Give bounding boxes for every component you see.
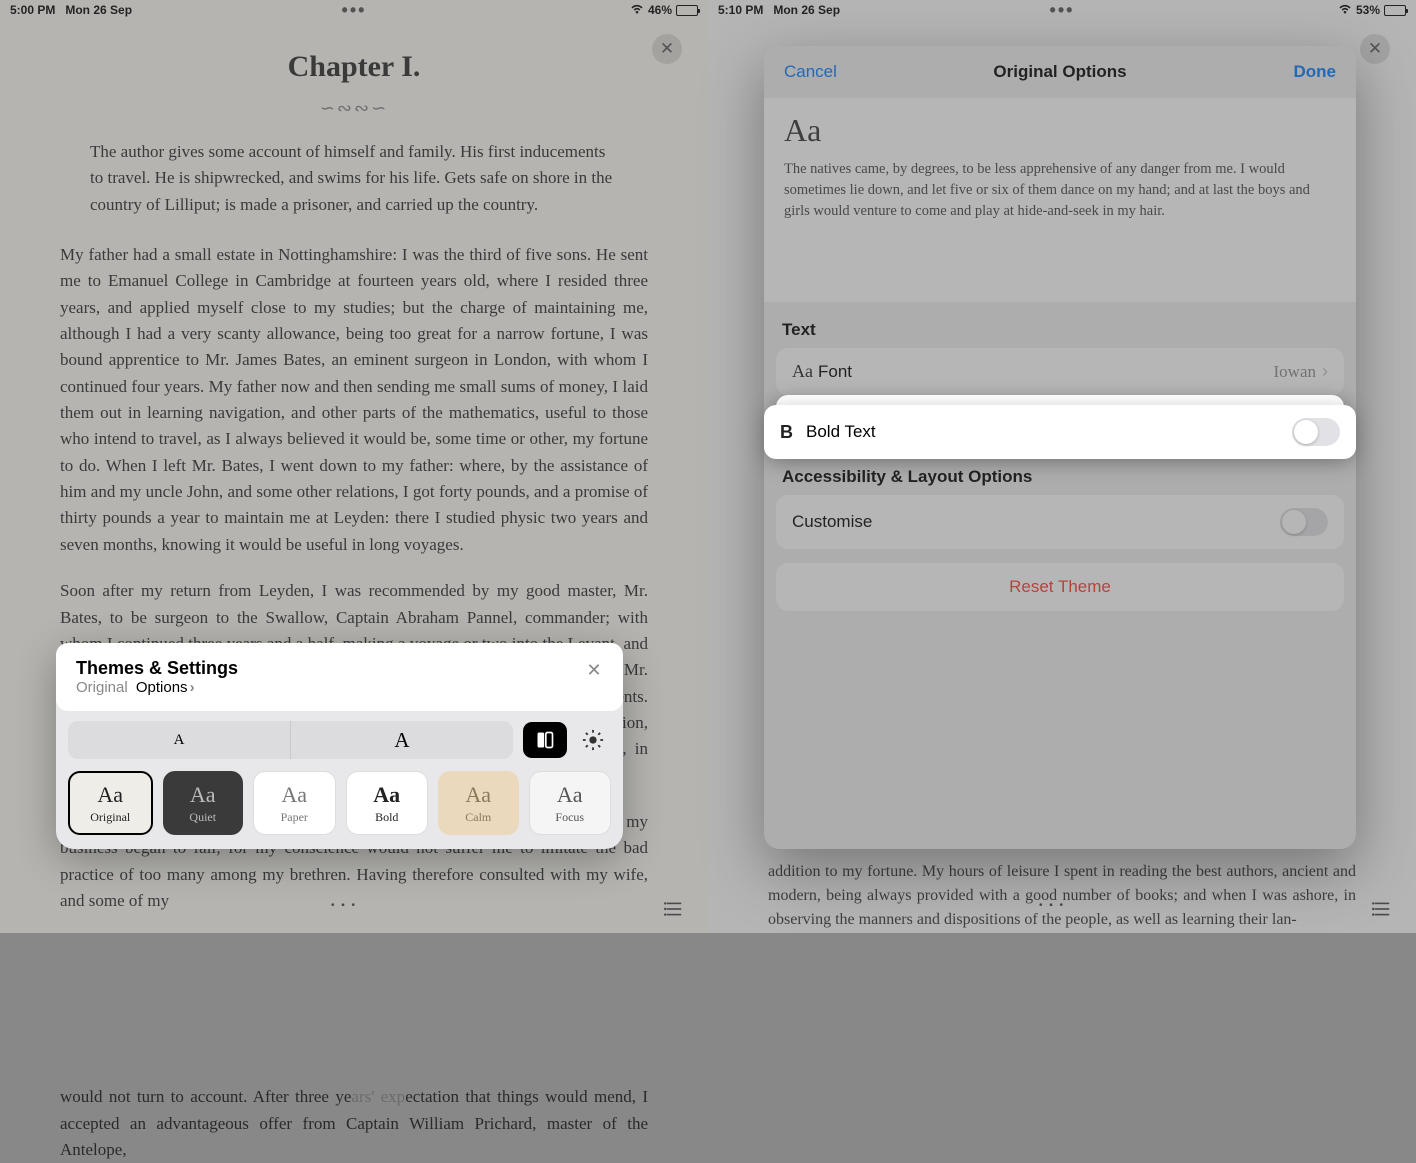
font-row[interactable]: Aa Font Iowan ›	[776, 348, 1344, 395]
body-paragraph: My father had a small estate in Nottingh…	[60, 242, 648, 558]
chevron-right-icon: ›	[190, 679, 195, 696]
brightness-button[interactable]	[575, 722, 611, 758]
bottom-bar: • ▪ •	[0, 900, 708, 923]
page-indicator[interactable]: • ▪ •	[732, 900, 1372, 923]
chapter-ornament: ∽∾∾∽	[60, 98, 648, 119]
cancel-button[interactable]: Cancel	[784, 62, 837, 82]
preview-aa: Aa	[784, 112, 1336, 149]
battery-percent: 46%	[648, 3, 672, 17]
left-screenshot: 5:00 PM Mon 26 Sep ••• 46% ✕ Chapter I. …	[0, 0, 708, 933]
wifi-icon	[630, 3, 644, 17]
preview-sample-text: The natives came, by degrees, to be less…	[784, 159, 1336, 222]
chapter-title: Chapter I.	[60, 50, 648, 84]
theme-calm[interactable]: AaCalm	[438, 771, 519, 835]
body-paragraph: would not turn to account. After three y…	[60, 1084, 648, 1163]
wifi-icon	[1338, 3, 1352, 17]
page-indicator[interactable]: • ▪ •	[24, 900, 664, 923]
right-screenshot: 5:10 PM Mon 26 Sep ••• 53% ✕ addition to…	[708, 0, 1416, 933]
theme-preview: Aa The natives came, by degrees, to be l…	[764, 98, 1356, 302]
book-page: Chapter I. ∽∾∾∽ The author gives some ac…	[0, 20, 708, 1163]
multitask-dots-icon[interactable]: •••	[342, 0, 367, 21]
theme-original[interactable]: AaOriginal	[68, 771, 153, 835]
bold-b-icon: B	[780, 422, 806, 443]
toc-icon[interactable]	[1372, 900, 1392, 923]
modal-header: Cancel Original Options Done	[764, 46, 1356, 98]
customise-row[interactable]: Customise	[776, 495, 1344, 549]
theme-focus[interactable]: AaFocus	[529, 771, 612, 835]
chevron-right-icon: ›	[1322, 361, 1328, 382]
scroll-view-toggle[interactable]	[523, 722, 567, 758]
customise-row-group: Customise	[776, 495, 1344, 549]
bold-text-toggle[interactable]	[1292, 418, 1340, 446]
multitask-dots-icon[interactable]: •••	[1050, 0, 1075, 21]
bottom-bar: • ▪ •	[708, 900, 1416, 923]
theme-quiet[interactable]: AaQuiet	[163, 771, 244, 835]
themes-settings-popup: Themes & Settings Original Options › ✕ A…	[56, 643, 623, 849]
theme-bold[interactable]: AaBold	[346, 771, 429, 835]
themes-header[interactable]: Themes & Settings Original Options › ✕	[56, 643, 623, 711]
reset-theme-button[interactable]: Reset Theme	[776, 563, 1344, 611]
section-text-header: Text	[764, 302, 1356, 348]
bold-text-row-highlight[interactable]: B Bold Text	[764, 405, 1356, 459]
close-icon[interactable]: ✕	[583, 659, 605, 681]
battery-icon	[1384, 5, 1406, 16]
status-date: Mon 26 Sep	[65, 3, 132, 17]
status-time: 5:10 PM	[718, 3, 763, 17]
status-bar-left: 5:00 PM Mon 26 Sep ••• 46%	[0, 0, 708, 20]
font-aa-icon: Aa	[792, 361, 818, 382]
status-date: Mon 26 Sep	[773, 3, 840, 17]
font-value: Iowan	[1274, 362, 1316, 382]
battery-percent: 53%	[1356, 3, 1380, 17]
themes-options-link[interactable]: Original Options ›	[76, 679, 603, 696]
status-bar-right: 5:10 PM Mon 26 Sep ••• 53%	[708, 0, 1416, 20]
theme-paper[interactable]: AaPaper	[253, 771, 336, 835]
status-time: 5:00 PM	[10, 3, 55, 17]
battery-icon	[676, 5, 698, 16]
toc-icon[interactable]	[664, 900, 684, 923]
font-size-decrease[interactable]: A	[68, 721, 291, 759]
font-row-group: Aa Font Iowan ›	[776, 348, 1344, 395]
chapter-summary: The author gives some account of himself…	[90, 139, 618, 218]
font-size-increase[interactable]: A	[291, 721, 513, 759]
font-size-segment: A A	[68, 721, 513, 759]
themes-title: Themes & Settings	[76, 658, 603, 679]
customise-toggle[interactable]	[1280, 508, 1328, 536]
theme-strip: AaOriginal AaQuiet AaPaper AaBold AaCalm…	[56, 771, 623, 849]
done-button[interactable]: Done	[1294, 62, 1337, 82]
modal-title: Original Options	[993, 62, 1126, 82]
